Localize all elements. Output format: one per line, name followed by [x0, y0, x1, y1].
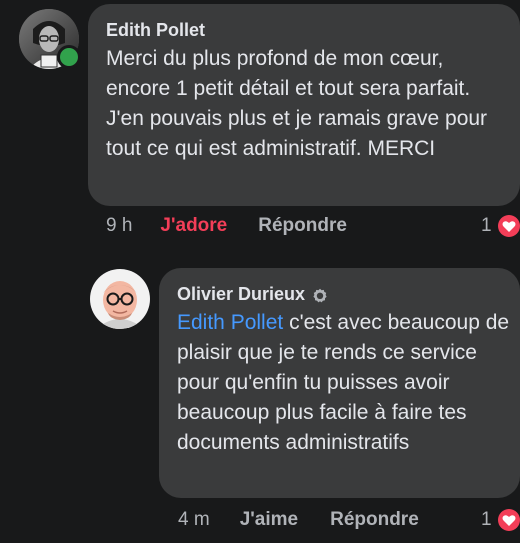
comment-time[interactable]: 9 h — [106, 215, 132, 237]
top-fan-badge-icon[interactable] — [312, 286, 328, 303]
comment-reaction-count[interactable]: 1 — [481, 215, 520, 237]
reply-actions: 4 m J'aime Répondre — [178, 509, 419, 531]
reply-author[interactable]: Olivier Durieux — [177, 282, 305, 306]
online-status-icon — [60, 48, 78, 66]
reply-like-button[interactable]: J'aime — [240, 509, 298, 531]
reply-mention[interactable]: Edith Pollet — [177, 311, 283, 334]
reply-text-block: Edith Pollet c'est avec beaucoup de plai… — [177, 308, 510, 458]
comment-reply-button[interactable]: Répondre — [258, 215, 347, 237]
comment-love-button[interactable]: J'adore — [160, 215, 227, 237]
comment-thread: Edith Pollet Merci du plus profond de mo… — [0, 0, 520, 543]
reply-reply-button[interactable]: Répondre — [330, 509, 419, 531]
reply-bubble: Olivier Durieux Edith Pollet c'est avec … — [159, 268, 520, 498]
comment-actions: 9 h J'adore Répondre — [106, 215, 347, 237]
heart-icon — [497, 215, 520, 237]
profile-photo-icon — [90, 269, 150, 329]
heart-icon — [497, 509, 520, 531]
avatar-olivier[interactable] — [90, 269, 150, 329]
comment-reaction-number: 1 — [481, 215, 492, 236]
comment-author[interactable]: Edith Pollet — [106, 18, 500, 42]
reply-reaction-number: 1 — [481, 509, 492, 530]
comment-text: Merci du plus profond de mon cœur, encor… — [106, 47, 488, 160]
comment-bubble: Edith Pollet Merci du plus profond de mo… — [88, 4, 520, 206]
reply-reaction-count[interactable]: 1 — [481, 509, 520, 531]
reply-author-row: Olivier Durieux — [177, 282, 510, 306]
reply-time[interactable]: 4 m — [178, 509, 210, 531]
